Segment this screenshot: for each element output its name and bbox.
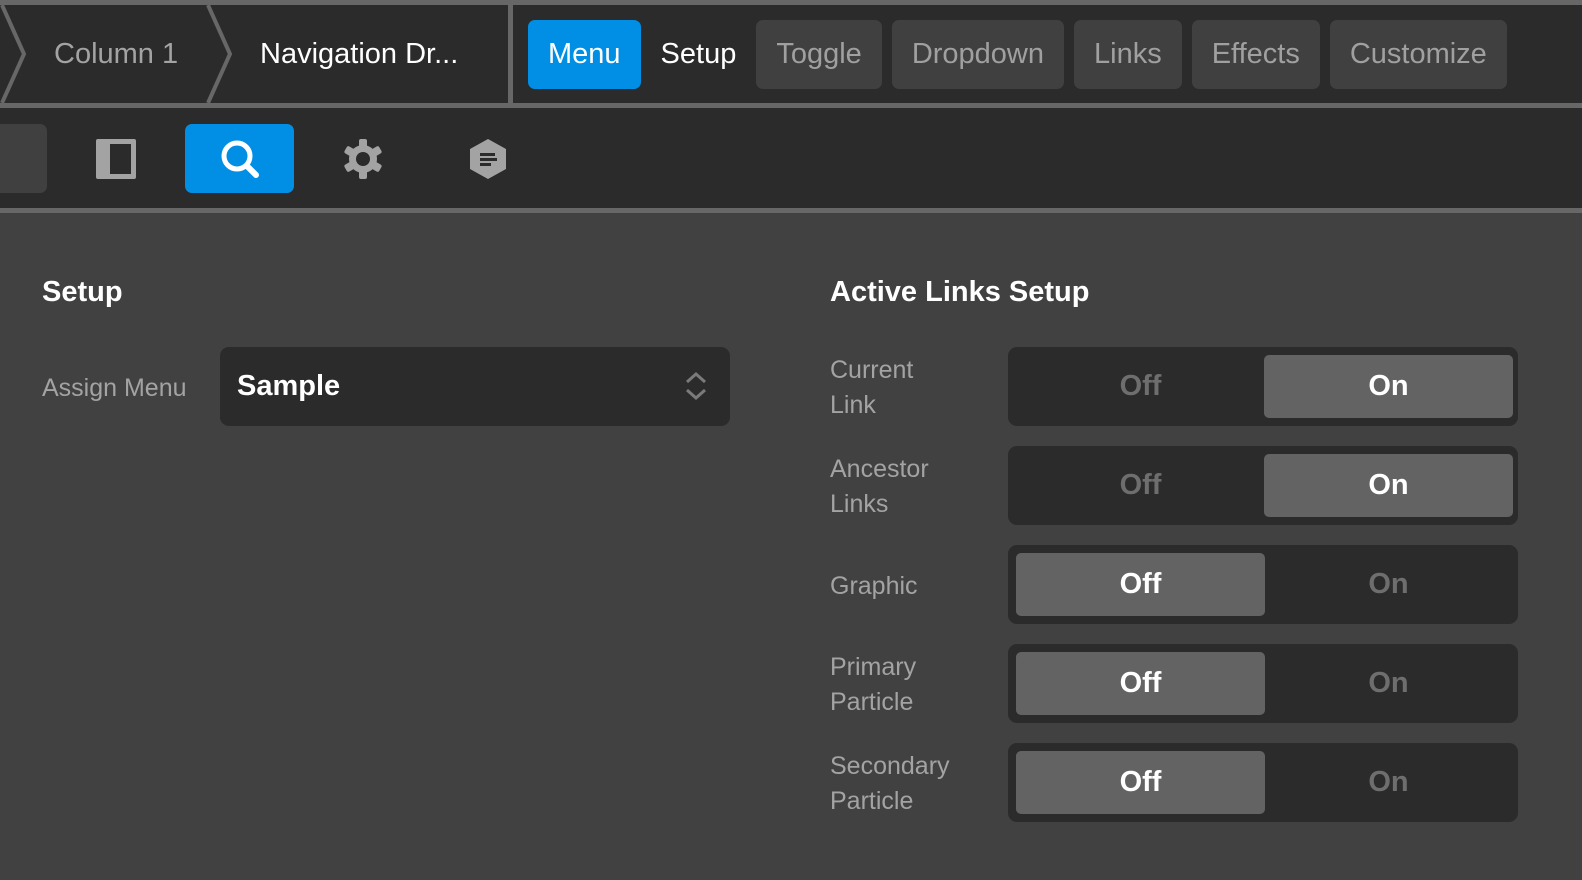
toggle-off-option[interactable]: Off — [1016, 652, 1265, 715]
graphic-toggle: Off On — [1008, 545, 1518, 624]
breadcrumb-label: Navigation Dr... — [260, 37, 459, 70]
notes-button[interactable] — [458, 124, 518, 193]
current-link-label: Current Link — [830, 353, 913, 423]
toggle-on-option[interactable]: On — [1264, 652, 1513, 715]
toggle-on-option[interactable]: On — [1264, 355, 1513, 418]
label-line: Ancestor — [830, 455, 929, 483]
toggle-off-option[interactable]: Off — [1016, 751, 1265, 814]
toolbar-stub-button[interactable] — [0, 124, 47, 193]
tab-setup[interactable]: Setup — [651, 20, 747, 89]
divider — [508, 5, 513, 103]
setup-heading: Setup — [42, 276, 123, 308]
secondary-particle-label: Secondary Particle — [830, 749, 950, 819]
label-line: Particle — [830, 688, 914, 716]
tab-toggle[interactable]: Toggle — [756, 20, 882, 89]
tab-effects[interactable]: Effects — [1191, 20, 1320, 89]
current-link-toggle: Off On — [1008, 347, 1518, 426]
tab-links[interactable]: Links — [1074, 20, 1182, 89]
label-line: Current — [830, 356, 914, 384]
panel-layout-button[interactable] — [88, 124, 144, 193]
assign-menu-select[interactable]: Sample — [220, 347, 730, 426]
toggle-on-option[interactable]: On — [1264, 553, 1513, 616]
primary-particle-toggle: Off On — [1008, 644, 1518, 723]
graphic-label: Graphic — [830, 569, 918, 604]
tab-menu[interactable]: Menu — [528, 20, 641, 89]
top-bar: Column 1 Navigation Dr... Menu Setup Tog… — [0, 0, 1582, 108]
label-line: Particle — [830, 787, 914, 815]
active-links-heading: Active Links Setup — [830, 276, 1090, 308]
search-icon — [221, 140, 259, 178]
toggle-on-option[interactable]: On — [1264, 454, 1513, 517]
tab-dropdown[interactable]: Dropdown — [891, 20, 1064, 89]
chevron-up-down-icon — [686, 371, 706, 401]
label-line: Links — [830, 490, 889, 518]
breadcrumb-item-navigation[interactable]: Navigation Dr... — [260, 5, 458, 103]
settings-button[interactable] — [335, 124, 391, 193]
breadcrumb-label: Column 1 — [54, 37, 179, 70]
gear-icon — [344, 138, 382, 179]
ancestor-links-label: Ancestor Links — [830, 452, 929, 522]
label-line: Link — [830, 391, 876, 419]
panel-layout-icon — [96, 138, 136, 179]
ancestor-links-toggle: Off On — [1008, 446, 1518, 525]
hexagon-text-icon — [470, 138, 506, 179]
label-line: Primary — [830, 653, 917, 681]
toggle-off-option[interactable]: Off — [1016, 355, 1265, 418]
label-line: Graphic — [830, 572, 918, 600]
secondary-particle-toggle: Off On — [1008, 743, 1518, 822]
toolbar — [0, 108, 1582, 213]
breadcrumb-item-column[interactable]: Column 1 — [54, 5, 178, 103]
assign-menu-value: Sample — [237, 370, 341, 402]
toggle-on-option[interactable]: On — [1264, 751, 1513, 814]
primary-particle-label: Primary Particle — [830, 650, 916, 720]
label-line: Secondary — [830, 752, 950, 780]
assign-menu-label: Assign Menu — [42, 374, 187, 402]
search-button[interactable] — [185, 124, 294, 193]
toggle-off-option[interactable]: Off — [1016, 454, 1265, 517]
toggle-off-option[interactable]: Off — [1016, 553, 1265, 616]
tab-bar: Menu Setup Toggle Dropdown Links Effects… — [528, 20, 1507, 89]
tab-customize[interactable]: Customize — [1329, 20, 1507, 89]
